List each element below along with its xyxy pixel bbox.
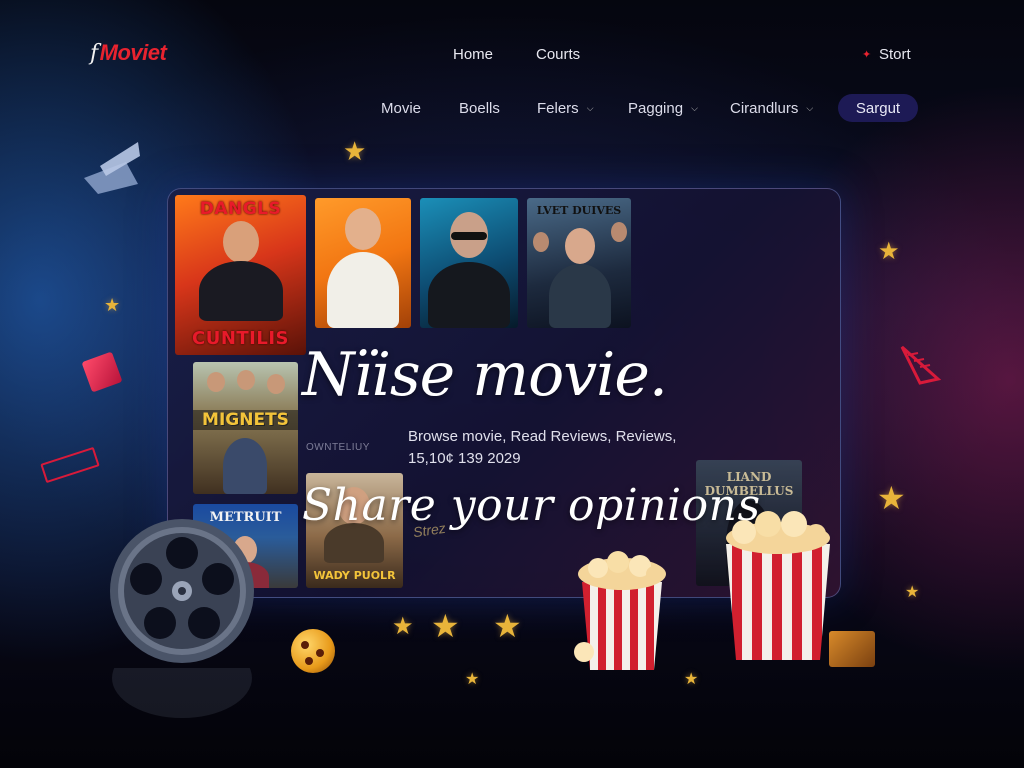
chevron-down-icon: ⌵ xyxy=(806,103,814,113)
hero-date-line: 15,10¢ 139 2029 xyxy=(408,450,521,467)
hero-description-line: Browse movie, Read Reviews, Reviews, xyxy=(408,428,677,445)
poster-figure-body xyxy=(327,252,399,328)
poster-figure-head xyxy=(565,228,595,264)
poster-figure-head xyxy=(207,372,225,392)
star-icon: ★ xyxy=(104,295,121,315)
hero-description: Browse movie, Read Reviews, Reviews, 15,… xyxy=(408,426,676,470)
brand-logo[interactable]: fMoviet xyxy=(90,40,167,66)
movie-poster[interactable]: DANGLS CUNTILIS xyxy=(175,195,306,355)
search-button[interactable]: Sargut xyxy=(838,94,918,122)
subnav-pagging-label: Pagging xyxy=(628,100,684,117)
ball-spot xyxy=(301,641,309,649)
subnav-felers-dropdown[interactable]: Felers ⌵ xyxy=(537,100,594,117)
movie-poster[interactable] xyxy=(420,198,518,328)
poster-figure-head xyxy=(223,221,259,263)
star-icon: ★ xyxy=(343,136,367,166)
subnav-cirandlurs-label: Cirandlurs xyxy=(730,100,799,117)
decorative-cube xyxy=(81,351,123,393)
star-icon: ★ xyxy=(878,238,900,265)
decorative-box xyxy=(829,631,875,667)
poster-figure-head xyxy=(345,208,381,250)
nav-home[interactable]: Home xyxy=(453,46,493,63)
clapperboard-icon xyxy=(84,142,140,194)
movie-poster[interactable] xyxy=(315,198,411,328)
subnav-movie-label: Movie xyxy=(381,100,422,117)
film-reel-icon xyxy=(110,519,254,663)
sparkle-icon: ✦ xyxy=(862,48,872,61)
poster-figure-head xyxy=(237,370,255,390)
logo-prefix: f xyxy=(90,41,98,66)
subnav-felers-label: Felers xyxy=(537,100,579,117)
poster-title: LVET DUIVES xyxy=(536,204,622,217)
star-icon: ★ xyxy=(431,608,460,644)
subnav-boells[interactable]: Boells xyxy=(459,100,500,117)
hero-subtitle: Share your opinions xyxy=(302,480,761,531)
chevron-down-icon: ⌵ xyxy=(586,103,594,113)
start-button[interactable]: ✦ Stort xyxy=(862,46,911,63)
poster-figure-body xyxy=(223,438,267,494)
star-icon: ★ xyxy=(493,608,522,644)
ball-spot xyxy=(316,649,324,657)
subnav-pagging-dropdown[interactable]: Pagging ⌵ xyxy=(628,100,698,117)
clapperboard-icon xyxy=(900,345,942,385)
movie-poster[interactable]: LVET DUIVES xyxy=(527,198,631,328)
poster-figure-head xyxy=(267,374,285,394)
nav-courts[interactable]: Courts xyxy=(536,46,580,63)
poster-title: DANGLS xyxy=(199,199,282,219)
poster-figure-head xyxy=(611,222,627,242)
star-icon: ★ xyxy=(877,480,906,516)
subnav-cirandlurs-dropdown[interactable]: Cirandlurs ⌵ xyxy=(730,100,813,117)
film-reel-reflection xyxy=(112,668,252,718)
subnav-movie[interactable]: Movie xyxy=(381,100,421,117)
chevron-down-icon: ⌵ xyxy=(691,103,698,113)
poster-subtitle: CUNTILIS xyxy=(192,328,289,349)
poster-figure-head xyxy=(533,232,549,252)
start-label: Stort xyxy=(879,46,911,63)
star-icon: ★ xyxy=(392,613,414,640)
background-label: OWNTELIUY xyxy=(306,442,370,453)
popcorn-icon xyxy=(574,551,666,670)
ticket-icon xyxy=(40,446,100,484)
sunglasses-icon xyxy=(451,232,487,240)
popcorn-icon xyxy=(726,511,830,660)
poster-figure-body xyxy=(199,261,283,321)
ball-icon xyxy=(291,629,335,673)
star-icon: ★ xyxy=(684,671,699,688)
poster-title: WADY PUOLR xyxy=(313,569,396,582)
logo-text: Moviet xyxy=(99,40,167,65)
hero-title: Nïise movie. xyxy=(302,340,668,410)
poster-figure-body xyxy=(549,264,611,328)
subnav-boells-label: Boells xyxy=(459,100,500,117)
movie-poster[interactable]: MIGNETS xyxy=(193,362,298,494)
poster-figure-body xyxy=(428,262,510,328)
star-icon: ★ xyxy=(465,671,480,688)
ball-spot xyxy=(305,657,313,665)
poster-title: MIGNETS xyxy=(193,410,298,430)
star-icon: ★ xyxy=(905,584,920,601)
